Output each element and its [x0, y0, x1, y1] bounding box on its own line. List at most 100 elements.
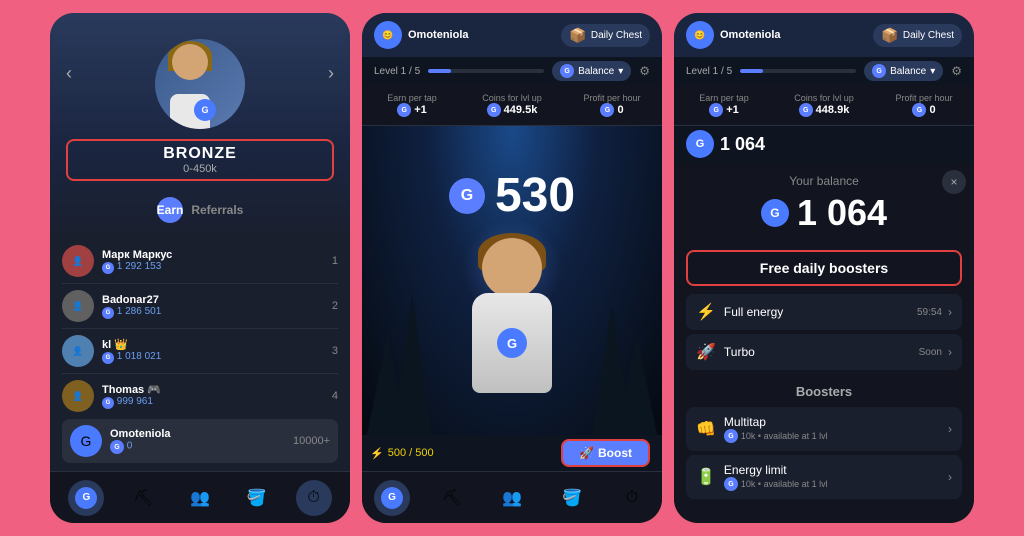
p3-gear-icon[interactable]: ⚙	[951, 64, 962, 78]
rank-range: 0-450k	[80, 163, 320, 175]
p2-username: Omoteniola	[408, 29, 469, 41]
list-item[interactable]: 👤 kl 👑 G 1 018 021 3	[62, 329, 338, 374]
boost-button[interactable]: 🚀 Boost	[561, 439, 650, 467]
p2-nav-clock[interactable]: ⏱	[614, 480, 650, 516]
p3-booster-content: × Your balance G 1 064 Free daily booste…	[674, 162, 974, 523]
avatar-body: G	[170, 94, 210, 129]
energy-value: 500 / 500	[388, 447, 434, 459]
close-button[interactable]: ×	[942, 170, 966, 194]
p2-daily-chest[interactable]: 📦 Daily Chest	[561, 24, 650, 47]
current-user-rank: 10000+	[293, 435, 330, 447]
current-user-score: G 0	[110, 440, 285, 454]
p3-coin-2: G	[799, 103, 813, 117]
p3-balance-btn[interactable]: G Balance ▾	[864, 61, 943, 81]
avatar-badge: G	[194, 99, 216, 121]
list-item[interactable]: 👤 Badonar27 G 1 286 501 2	[62, 284, 338, 329]
p2-balance-btn[interactable]: G Balance ▾	[552, 61, 631, 81]
char-body: G	[472, 293, 552, 393]
boost-rocket-icon: 🚀	[579, 446, 594, 460]
p3-header: 😊 Omoteniola 📦 Daily Chest	[674, 13, 974, 57]
coins-lvlup-label: Coins for lvl up	[462, 93, 562, 103]
next-arrow[interactable]: ›	[328, 63, 334, 84]
p3-mini-balance: G 1 064	[674, 126, 974, 162]
prev-arrow[interactable]: ‹	[66, 63, 72, 84]
p3-profit-val: G 0	[874, 103, 974, 117]
list-item-score: G 1 292 153	[102, 261, 324, 274]
turbo-arrow: ›	[948, 345, 952, 359]
p3-daily-chest[interactable]: 📦 Daily Chest	[873, 24, 962, 47]
balance-value: 1 064	[797, 192, 887, 234]
p2-game-area[interactable]: G 530 G	[362, 126, 662, 435]
turbo-item[interactable]: 🚀 Turbo Soon ›	[686, 334, 962, 370]
p3-coins-label: Coins for lvl up	[774, 93, 874, 103]
p3-balance-label: Balance	[890, 66, 926, 77]
nav-mine-icon[interactable]: ⛏	[125, 480, 161, 516]
p3-stats: Earn per tap G +1 Coins for lvl up G 448…	[674, 85, 974, 126]
char-head	[482, 238, 542, 298]
tab-earn[interactable]: Earn	[157, 197, 184, 223]
game-character[interactable]: G	[452, 233, 572, 393]
tab-referrals[interactable]: Referrals	[191, 197, 243, 223]
multitap-name: Multitap	[724, 415, 942, 429]
list-item-avatar: 👤	[62, 290, 94, 322]
your-balance-display: Your balance G 1 064	[686, 162, 962, 242]
list-item-info: Thomas 🎮 G 999 961	[102, 383, 324, 409]
list-item-info: Badonar27 G 1 286 501	[102, 294, 324, 319]
list-item-rank: 4	[332, 390, 338, 402]
coins-lvlup-stat: Coins for lvl up G 449.5k	[462, 91, 562, 119]
list-item-name: Марк Маркус	[102, 249, 324, 261]
p3-level-bar: Level 1 / 5 G Balance ▾ ⚙	[674, 57, 974, 85]
nav-coin-icon[interactable]: G	[68, 480, 104, 516]
stat-coin-icon-2: G	[487, 103, 501, 117]
balance-label: Balance	[578, 66, 614, 77]
p3-profit-label: Profit per hour	[874, 93, 974, 103]
settings-gear-icon[interactable]: ⚙	[639, 64, 650, 78]
multitap-item[interactable]: 👊 Multitap G 10k • available at 1 lvl ›	[686, 407, 962, 451]
full-energy-item[interactable]: ⚡ Full energy 59:54 ›	[686, 294, 962, 330]
p2-nav-mine[interactable]: ⛏	[434, 480, 470, 516]
p3-profit: Profit per hour G 0	[874, 91, 974, 119]
p2-level-progress	[428, 69, 544, 73]
multitap-info: Multitap G 10k • available at 1 lvl	[724, 415, 942, 443]
earn-per-tap-stat: Earn per tap G +1	[362, 91, 462, 119]
list-item-avatar: 👤	[62, 335, 94, 367]
p3-coin-1: G	[709, 103, 723, 117]
p3-mini-balance-val: 1 064	[720, 134, 765, 155]
leaderboard-list: 👤 Марк Маркус G 1 292 153 1 👤 Badonar27 …	[50, 239, 350, 415]
energy-limit-icon: 🔋	[696, 467, 716, 487]
rank-title: BRONZE	[80, 145, 320, 163]
energy-limit-arrow: ›	[948, 470, 952, 484]
free-daily-boosters-label: Free daily boosters	[760, 260, 888, 276]
list-item-name: Badonar27	[102, 294, 324, 306]
your-balance-amount: G 1 064	[761, 192, 887, 234]
nav-people-icon[interactable]: 👥	[182, 480, 218, 516]
free-daily-boosters-button[interactable]: Free daily boosters	[686, 250, 962, 286]
p2-stats: Earn per tap G +1 Coins for lvl up G 449…	[362, 85, 662, 126]
p2-nav-bucket[interactable]: 🪣	[554, 480, 590, 516]
multitap-arrow: ›	[948, 422, 952, 436]
nav-bucket-icon[interactable]: 🪣	[239, 480, 275, 516]
list-item[interactable]: 👤 Thomas 🎮 G 999 961 4	[62, 374, 338, 415]
list-item-name: Thomas 🎮	[102, 383, 324, 396]
p2-nav-people[interactable]: 👥	[494, 480, 530, 516]
list-item-score: G 1 018 021	[102, 351, 324, 364]
rank-box: BRONZE 0-450k	[66, 139, 334, 181]
p3-chest-icon: 📦	[881, 27, 898, 44]
earn-per-tap-val: G +1	[362, 103, 462, 117]
nav-clock-icon[interactable]: ⏱	[296, 480, 332, 516]
coin-icon: G	[110, 440, 124, 454]
panel1-top: ‹ › G BRONZE 0-450k Earn Referrals	[50, 13, 350, 239]
list-item-info: kl 👑 G 1 018 021	[102, 338, 324, 364]
p2-level-text: Level 1 / 5	[374, 66, 420, 77]
p3-coin-3: G	[912, 103, 926, 117]
list-item[interactable]: 👤 Марк Маркус G 1 292 153 1	[62, 239, 338, 284]
main-content-overlay: G 530 G	[449, 168, 575, 393]
p2-level-bar: Level 1 / 5 G Balance ▾ ⚙	[362, 57, 662, 85]
p2-nav-coin[interactable]: G	[374, 480, 410, 516]
energy-limit-item[interactable]: 🔋 Energy limit G 10k • available at 1 lv…	[686, 455, 962, 499]
list-item-rank: 2	[332, 300, 338, 312]
p2-energy-row: ⚡ 500 / 500 🚀 Boost	[362, 435, 662, 471]
p3-mini-coin: G	[686, 130, 714, 158]
list-item-avatar: 👤	[62, 245, 94, 277]
full-energy-arrow: ›	[948, 305, 952, 319]
